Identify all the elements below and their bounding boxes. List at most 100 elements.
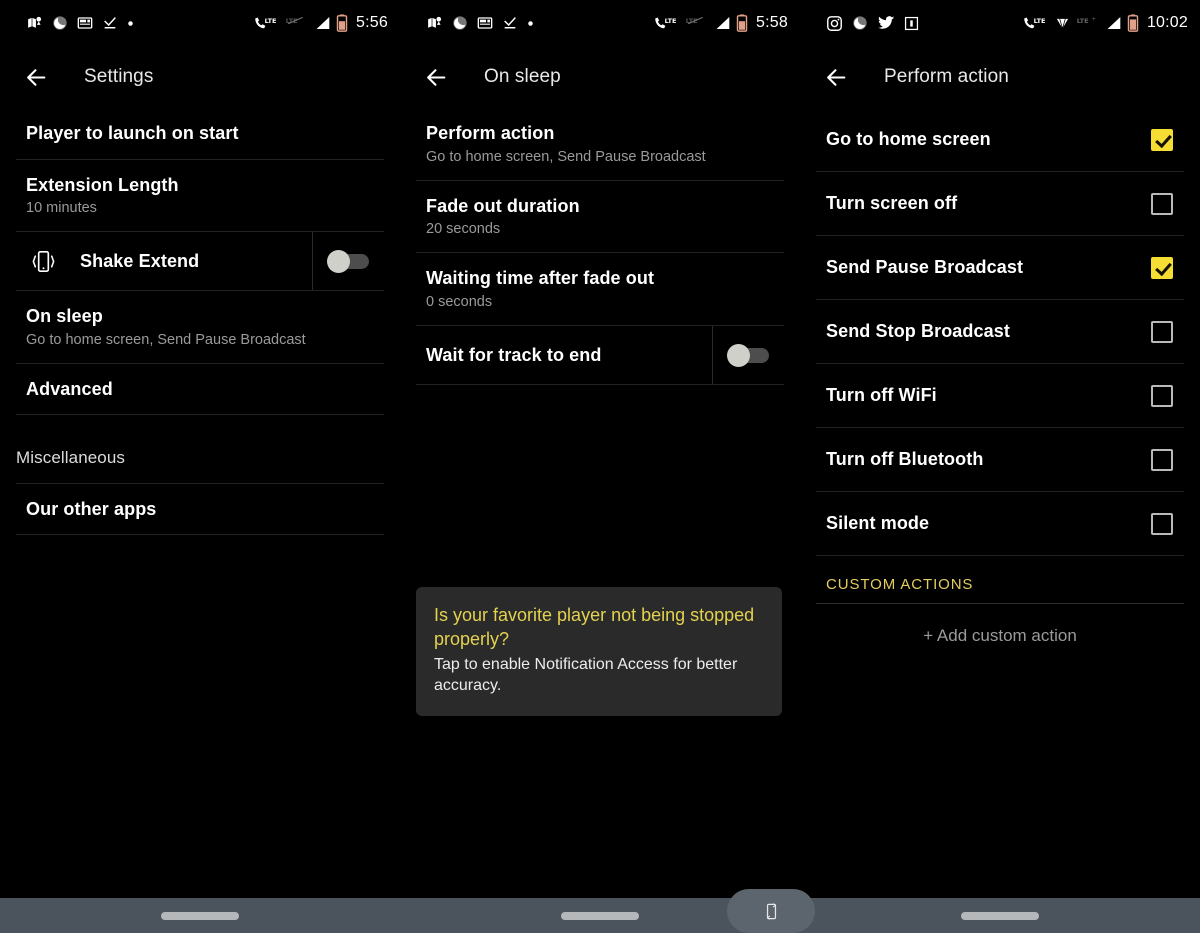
list-item-our-other-apps[interactable]: Our other apps: [16, 484, 384, 535]
row-text-block: Waiting time after fade out 0 seconds: [416, 253, 784, 325]
list-item-shake-extend[interactable]: Shake Extend: [16, 232, 384, 292]
notification-access-snackbar[interactable]: Is your favorite player not being stoppe…: [416, 587, 782, 717]
list-item-title: Turn screen off: [826, 193, 958, 214]
list-item-title: Send Pause Broadcast: [826, 257, 1024, 278]
back-button[interactable]: [16, 57, 56, 97]
phone-screen-on-sleep: LTE LTE 5:58 On sleep Perform action Go …: [400, 0, 800, 898]
svg-text:LTE: LTE: [665, 17, 677, 25]
checkbox-send-pause-broadcast[interactable]: [1140, 256, 1184, 279]
row-text-block: Turn off Bluetooth: [816, 430, 1140, 489]
row-icon-slot: [24, 248, 62, 275]
list-item-turn-off-wifi[interactable]: Turn off WiFi: [816, 364, 1184, 428]
section-header-miscellaneous: Miscellaneous: [16, 433, 384, 484]
list-item-waiting-time-after-fade-out[interactable]: Waiting time after fade out 0 seconds: [416, 253, 784, 326]
on-sleep-list: Perform action Go to home screen, Send P…: [400, 108, 800, 385]
list-item-subtitle: 0 seconds: [426, 293, 493, 310]
svg-text:LTE: LTE: [1077, 17, 1089, 25]
rotate-screen-button[interactable]: [727, 889, 815, 933]
list-item-advanced[interactable]: Advanced: [16, 364, 384, 416]
checkbox-unchecked-icon: [1151, 384, 1173, 407]
back-button[interactable]: [816, 57, 856, 97]
app-bar: On sleep: [400, 46, 800, 108]
signal-bars-icon: [316, 17, 330, 29]
home-pill-icon[interactable]: [561, 911, 639, 920]
row-text-block: Silent mode: [816, 494, 1140, 553]
battery-icon: [336, 14, 348, 32]
page-title: Perform action: [884, 66, 1009, 87]
list-item-fade-out-duration[interactable]: Fade out duration 20 seconds: [416, 181, 784, 254]
add-custom-action-button[interactable]: + Add custom action: [816, 604, 1184, 646]
list-item-turn-screen-off[interactable]: Turn screen off: [816, 172, 1184, 236]
list-item-send-stop-broadcast[interactable]: Send Stop Broadcast: [816, 300, 1184, 364]
back-button[interactable]: [416, 57, 456, 97]
list-item-on-sleep[interactable]: On sleep Go to home screen, Send Pause B…: [16, 291, 384, 364]
list-item-go-to-home-screen[interactable]: Go to home screen: [816, 108, 1184, 172]
list-item-perform-action[interactable]: Perform action Go to home screen, Send P…: [416, 108, 784, 181]
lte-secondary-icon: LTE: [286, 16, 303, 25]
shake-extend-toggle[interactable]: [312, 232, 384, 291]
status-bar-clock: 10:02: [1146, 14, 1188, 31]
home-pill-icon[interactable]: [961, 911, 1039, 920]
svg-text:LTE: LTE: [1034, 17, 1046, 25]
phone-screenshot-set: LTE LTE 5:56 Settings Player to launch o…: [0, 0, 1200, 898]
list-item-title: Wait for track to end: [426, 344, 602, 365]
instagram-icon: [827, 15, 842, 31]
page-title: Settings: [84, 66, 154, 87]
list-item-title: Our other apps: [26, 498, 157, 519]
checkbox-checked-icon: [1151, 256, 1173, 279]
status-bar-left-icons: [26, 15, 134, 32]
list-item-wait-for-track-to-end[interactable]: Wait for track to end: [416, 325, 784, 385]
status-bar: LTE LTE 5:58: [400, 0, 800, 46]
news-card-icon: [77, 17, 93, 29]
back-arrow-icon: [426, 68, 445, 86]
list-item-title: Send Stop Broadcast: [826, 321, 1010, 342]
list-item-silent-mode[interactable]: Silent mode: [816, 492, 1184, 556]
status-bar-right-icons: LTE LTE + 10:02: [1023, 0, 1188, 46]
row-text-block: Send Stop Broadcast: [816, 302, 1140, 361]
checkbox-turn-screen-off[interactable]: [1140, 192, 1184, 215]
list-item-title: Perform action: [426, 123, 555, 143]
check-download-icon: [504, 17, 516, 29]
list-item-extension-length[interactable]: Extension Length 10 minutes: [16, 160, 384, 233]
lte-secondary-icon: LTE +: [1077, 17, 1096, 25]
list-item-turn-off-bluetooth[interactable]: Turn off Bluetooth: [816, 428, 1184, 492]
list-item-title: Player to launch on start: [26, 123, 239, 143]
row-text-block: Our other apps: [16, 484, 384, 535]
svg-text:+: +: [1091, 17, 1096, 23]
check-download-icon: [104, 17, 116, 29]
wait-for-track-toggle[interactable]: [712, 325, 784, 384]
list-item-title: Advanced: [26, 378, 113, 399]
phone-screen-perform-action: LTE LTE + 10:02 Perform action Go to home…: [800, 0, 1200, 898]
checkbox-unchecked-icon: [1151, 448, 1173, 471]
home-pill-icon[interactable]: [161, 911, 239, 920]
checkbox-turn-off-bluetooth[interactable]: [1140, 448, 1184, 471]
status-bar-clock: 5:58: [756, 14, 788, 31]
list-item-player-to-launch[interactable]: Player to launch on start: [16, 108, 384, 160]
switch-graphic: [326, 250, 371, 274]
battery-icon: [1127, 14, 1139, 32]
status-bar-clock: 5:56: [356, 14, 388, 31]
do-not-disturb-moon-icon: [453, 16, 467, 30]
row-text-block: Player to launch on start: [16, 108, 384, 159]
list-item-title: Extension Length: [26, 174, 179, 195]
status-bar: LTE LTE 5:56: [0, 0, 400, 46]
row-text-block: Advanced: [16, 364, 384, 415]
settings-list: Player to launch on start Extension Leng…: [0, 108, 400, 535]
checkbox-silent-mode[interactable]: [1140, 512, 1184, 535]
screenshot-icon: [904, 16, 919, 30]
list-item-send-pause-broadcast[interactable]: Send Pause Broadcast: [816, 236, 1184, 300]
status-bar-right-icons: LTE LTE 5:56: [254, 0, 388, 46]
row-text-block: Shake Extend: [62, 236, 312, 287]
checkbox-turn-off-wifi[interactable]: [1140, 384, 1184, 407]
vibrating-phone-icon: [32, 250, 54, 272]
checkbox-send-stop-broadcast[interactable]: [1140, 320, 1184, 343]
row-text-block: Extension Length 10 minutes: [16, 160, 384, 232]
battery-icon: [736, 14, 748, 32]
status-bar-left-icons: [426, 15, 534, 32]
row-text-block: On sleep Go to home screen, Send Pause B…: [16, 291, 384, 363]
checkbox-go-to-home-screen[interactable]: [1140, 128, 1184, 151]
row-text-block: Miscellaneous: [16, 433, 384, 482]
twitter-icon: [878, 16, 895, 29]
lte-secondary-icon: LTE: [686, 16, 703, 25]
